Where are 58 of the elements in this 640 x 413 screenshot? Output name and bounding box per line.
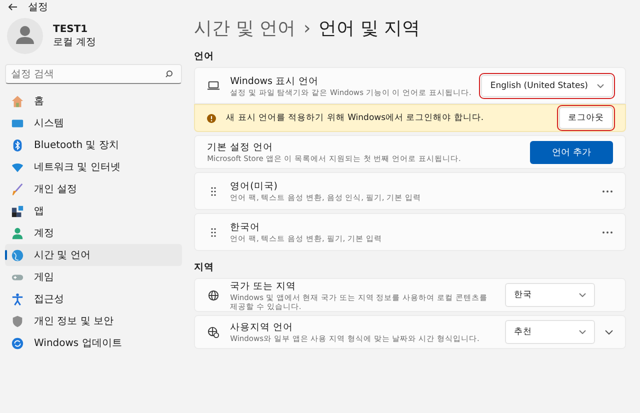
warning-icon	[207, 114, 216, 122]
region-dropdown[interactable]: 추천	[505, 320, 595, 344]
bluetooth-icon	[11, 138, 24, 152]
laptop-icon	[207, 80, 220, 91]
chevron-down-icon	[579, 330, 586, 334]
sidebar-item[interactable]: 개인 정보 및 보안	[5, 310, 182, 332]
chevron-down-icon	[597, 84, 604, 88]
more-options-icon[interactable]	[602, 190, 613, 192]
wifi-icon	[11, 160, 24, 174]
sidebar-item[interactable]: 접근성	[5, 288, 182, 310]
expand-chevron-icon[interactable]	[605, 330, 613, 334]
section-heading: 언어	[194, 50, 216, 63]
accessibility-icon	[11, 292, 24, 306]
region-dropdown[interactable]: 한국	[505, 283, 595, 307]
sidebar-item[interactable]: 시스템	[5, 112, 182, 134]
shield-icon	[11, 314, 24, 328]
setting-title: 사용지역 언어	[230, 321, 294, 334]
back-arrow-icon[interactable]	[8, 3, 18, 11]
sidebar-item[interactable]: 홈	[5, 90, 182, 112]
globe-icon	[207, 290, 220, 300]
language-dropdown[interactable]: English (United States)	[481, 74, 613, 96]
drag-handle-icon[interactable]	[211, 186, 216, 196]
section-heading: 지역	[194, 261, 216, 274]
avatar-icon	[7, 18, 43, 54]
account-name: TEST1	[53, 24, 89, 34]
notice-text: 새 표시 언어를 적용하기 위해 Windows에서 로그인해야 합니다.	[226, 112, 485, 124]
setting-title: Windows 표시 언어	[230, 74, 320, 88]
sidebar-item[interactable]: 시간 및 언어	[5, 244, 182, 266]
apps-icon	[11, 204, 24, 218]
language-name: 한국어	[230, 221, 262, 234]
sidebar-item[interactable]: 게임	[5, 266, 182, 288]
chevron-down-icon	[579, 293, 586, 297]
search-field[interactable]: 설정 검색	[5, 64, 182, 84]
account-type: 로컬 계정	[53, 36, 96, 48]
window-title: 설정	[28, 1, 48, 14]
page-title: 언어 및 지역	[318, 17, 420, 40]
sidebar-item[interactable]: Windows 업데이트	[5, 332, 182, 354]
breadcrumb-separator: ›	[304, 18, 311, 39]
setting-title: 국가 또는 지역	[230, 280, 298, 292]
add-language-button[interactable]: 언어 추가	[530, 140, 613, 164]
language-name: 영어(미국)	[230, 180, 278, 193]
update-icon	[11, 336, 24, 350]
search-icon	[165, 70, 174, 78]
sidebar-item[interactable]: 앱	[5, 200, 182, 222]
globe-icon	[11, 248, 24, 262]
home-icon	[11, 94, 24, 108]
sidebar-item[interactable]: 계정	[5, 222, 182, 244]
sidebar-item[interactable]: Bluetooth 및 장치	[5, 134, 182, 156]
sidebar-item[interactable]: 개인 설정	[5, 178, 182, 200]
setting-title: 기본 설정 언어	[207, 141, 274, 154]
sign-out-button[interactable]: 로그아웃	[559, 107, 613, 129]
sidebar-item[interactable]: 네트워크 및 인터넷	[5, 156, 182, 178]
drag-handle-icon[interactable]	[211, 228, 216, 236]
brush-icon	[11, 182, 24, 196]
breadcrumb-parent[interactable]: 시간 및 언어	[194, 16, 296, 40]
more-options-icon[interactable]	[602, 230, 613, 234]
globe-clock-icon	[207, 326, 220, 338]
person-icon	[11, 226, 24, 240]
